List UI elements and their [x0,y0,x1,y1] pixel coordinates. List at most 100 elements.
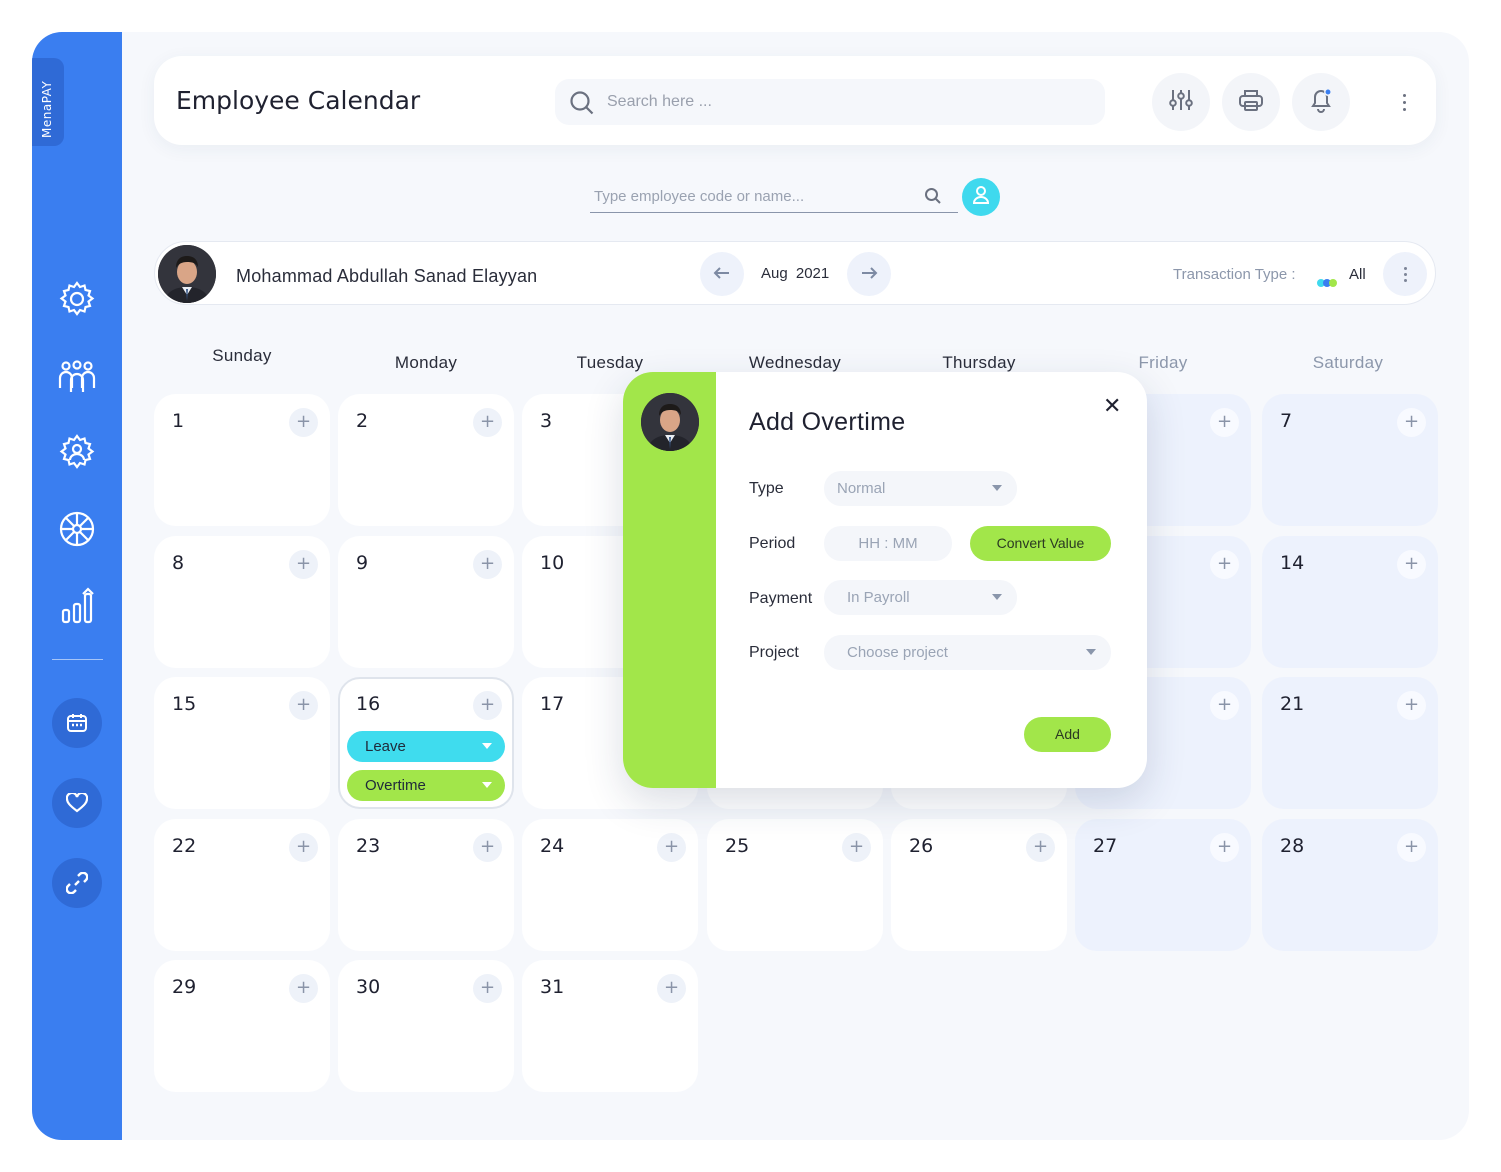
bell-icon [1308,87,1334,117]
avatar [641,393,699,451]
link-icon[interactable] [52,858,102,908]
calendar-day[interactable]: 27 + [1075,819,1251,951]
team-icon[interactable] [55,355,99,399]
employee-name: Mohammad Abdullah Sanad Elayyan [236,266,538,286]
add-entry-button[interactable]: + [289,408,318,437]
month-label: Aug 2021 [761,265,830,282]
calendar-day[interactable]: 9 + [338,536,514,668]
calendar-icon[interactable] [52,698,102,748]
period-input[interactable]: HH : MM [824,526,952,561]
project-label: Project [749,644,799,661]
employee-search[interactable] [590,182,958,213]
add-entry-button[interactable]: + [657,974,686,1003]
calendar-day-selected[interactable]: 16 + Leave Overtime [338,677,514,809]
add-entry-button[interactable]: + [289,974,318,1003]
add-entry-button[interactable]: + [473,408,502,437]
day-header-tuesday: Tuesday [576,353,644,372]
project-select[interactable]: Choose project [824,635,1111,670]
add-button[interactable]: Add [1024,717,1111,752]
search-box[interactable] [555,79,1105,125]
page-title: Employee Calendar [176,86,421,115]
calendar-day[interactable]: 31 + [522,960,698,1092]
calendar-day[interactable]: 25 + [707,819,883,951]
employee-search-input[interactable] [594,188,914,205]
add-entry-button[interactable]: + [289,833,318,862]
calendar-day[interactable]: 14 + [1262,536,1438,668]
close-icon[interactable]: ✕ [1103,396,1121,418]
calendar-day[interactable]: 22 + [154,819,330,951]
add-entry-button[interactable]: + [657,833,686,862]
add-entry-button[interactable]: + [289,691,318,720]
add-entry-button[interactable]: + [1397,408,1426,437]
calendar-day[interactable]: 2 + [338,394,514,526]
calendar-day[interactable]: 23 + [338,819,514,951]
printer-icon [1238,88,1264,116]
add-entry-button[interactable]: + [1397,691,1426,720]
analytics-icon[interactable] [55,583,99,627]
payment-label: Payment [749,590,813,607]
day-header-thursday: Thursday [942,353,1016,372]
calendar-day[interactable]: 30 + [338,960,514,1092]
search-icon [569,90,595,120]
brand-name: MenaPAY [40,80,54,138]
caret-down-icon [992,485,1002,491]
search-input[interactable] [607,91,1077,113]
bar-more-options-icon[interactable] [1383,252,1427,296]
app-window: MenaPAY Employee Calendar Search here ..… [32,32,1469,1140]
convert-value-button[interactable]: Convert Value [970,526,1111,561]
modal-title: Add Overtime [749,408,906,436]
add-entry-button[interactable]: + [1210,408,1239,437]
calendar-day[interactable]: 7 + [1262,394,1438,526]
calendar-day[interactable]: 21 + [1262,677,1438,809]
employee-bar: Mohammad Abdullah Sanad Elayyan Aug 2021… [154,241,1436,305]
add-entry-button[interactable]: + [1210,550,1239,579]
add-entry-button[interactable]: + [473,550,502,579]
more-options-icon[interactable] [1394,88,1414,116]
employee-user-button[interactable] [962,178,1000,216]
calendar-day[interactable]: 8 + [154,536,330,668]
filter-button[interactable] [1152,73,1210,131]
day-header-friday: Friday [1138,353,1188,372]
calendar-day[interactable]: 28 + [1262,819,1438,951]
add-entry-button[interactable]: + [289,550,318,579]
calendar-day[interactable]: 15 + [154,677,330,809]
caret-down-icon [482,743,492,749]
add-entry-button[interactable]: + [473,691,502,720]
add-entry-button[interactable]: + [473,833,502,862]
caret-down-icon [482,782,492,788]
add-entry-button[interactable]: + [1026,833,1055,862]
arrow-right-icon [860,265,878,284]
transaction-type-value[interactable]: All [1349,266,1366,283]
add-entry-button[interactable]: + [1397,550,1426,579]
day-header-monday: Monday [394,353,458,372]
caret-down-icon [1086,649,1096,655]
payment-select[interactable]: In Payroll [824,580,1017,615]
calendar-day[interactable]: 26 + [891,819,1067,951]
leave-tag[interactable]: Leave [347,731,505,762]
add-entry-button[interactable]: + [842,833,871,862]
brand-tab[interactable]: MenaPAY [32,58,64,146]
overtime-tag[interactable]: Overtime [347,770,505,801]
search-icon[interactable] [924,187,942,209]
sliders-icon [1168,88,1194,116]
settings-icon[interactable] [55,277,99,321]
add-entry-button[interactable]: + [1210,691,1239,720]
user-settings-icon[interactable] [55,430,99,474]
add-entry-button[interactable]: + [473,974,502,1003]
calendar-day[interactable]: 1 + [154,394,330,526]
aperture-icon[interactable] [55,507,99,551]
heart-icon[interactable] [52,778,102,828]
type-select[interactable]: Normal [824,471,1017,506]
prev-month-button[interactable] [700,252,744,296]
arrow-left-icon [713,265,731,284]
add-entry-button[interactable]: + [1397,833,1426,862]
add-entry-button[interactable]: + [1210,833,1239,862]
period-label: Period [749,535,796,552]
calendar-day[interactable]: 24 + [522,819,698,951]
calendar-day[interactable]: 29 + [154,960,330,1092]
sidebar: MenaPAY [32,32,122,1140]
print-button[interactable] [1222,73,1280,131]
type-label: Type [749,480,784,497]
next-month-button[interactable] [847,252,891,296]
notifications-button[interactable] [1292,73,1350,131]
